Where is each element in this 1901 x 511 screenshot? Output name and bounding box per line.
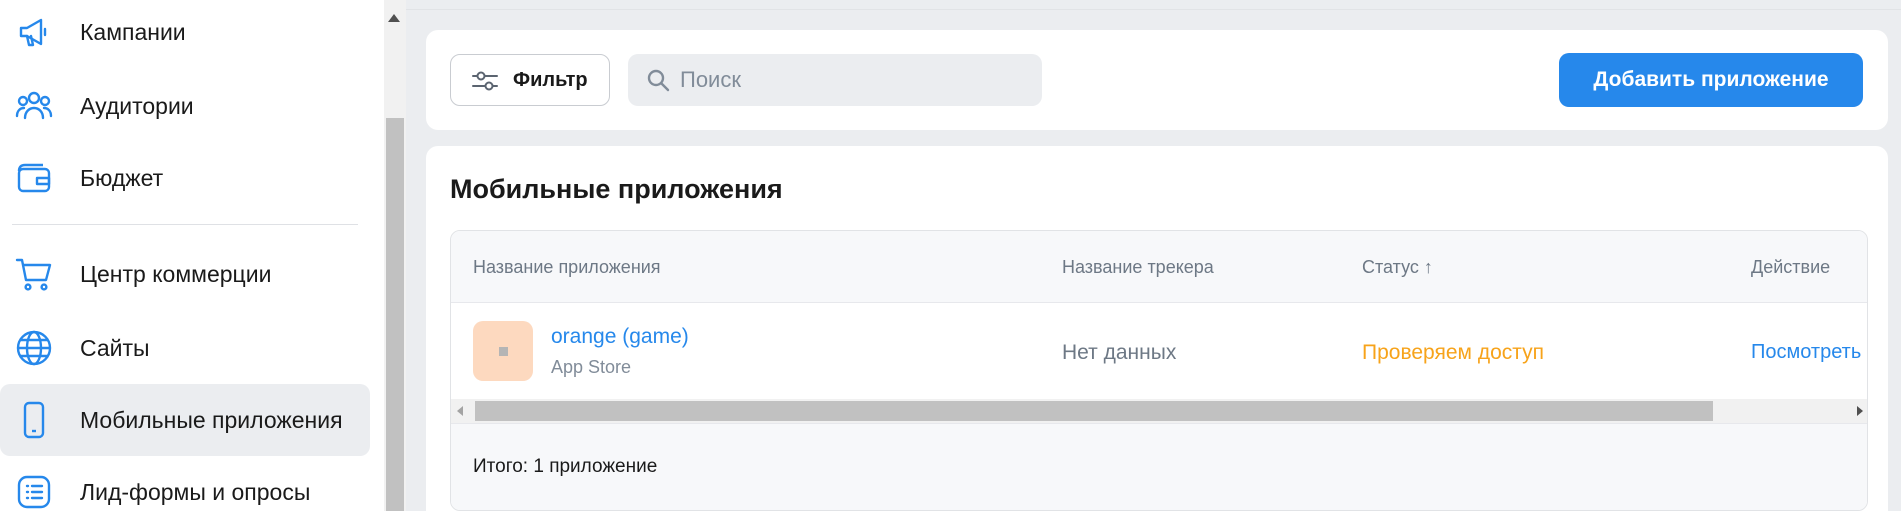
page-title: Мобильные приложения: [450, 174, 783, 204]
view-link[interactable]: Посмотреть: [1751, 341, 1861, 364]
sidebar-item-label: Аудитории: [80, 92, 194, 119]
search-input[interactable]: [680, 54, 1030, 106]
table-footer: Итого: 1 приложение: [451, 423, 1867, 510]
scrollbar-thumb[interactable]: [475, 401, 1713, 421]
scroll-right-arrow-icon[interactable]: [1857, 406, 1863, 416]
scrollbar-thumb[interactable]: [386, 118, 404, 511]
search-icon: [646, 68, 670, 92]
column-header-status[interactable]: Статус ↑: [1362, 257, 1433, 278]
phone-icon: [14, 400, 54, 440]
column-header-action: Действие: [1751, 257, 1831, 277]
apps-table: Название приложения Название трекера Ста…: [450, 230, 1868, 511]
search-box[interactable]: [628, 54, 1042, 106]
table-row: orange (game) App Store Нет данных Прове…: [451, 303, 1867, 399]
horizontal-scrollbar[interactable]: [451, 399, 1867, 423]
sidebar-item-label: Лид-формы и опросы: [80, 478, 311, 505]
table-header: Название приложения Название трекера Ста…: [451, 231, 1867, 303]
status-text: Проверяем доступ: [1362, 341, 1544, 364]
app-thumbnail: [473, 321, 533, 381]
users-icon: [14, 86, 54, 126]
sidebar-item-label: Сайты: [80, 334, 150, 361]
globe-icon: [14, 328, 54, 368]
column-header-tracker[interactable]: Название трекера: [1062, 257, 1214, 278]
column-header-app-name[interactable]: Название приложения: [473, 257, 661, 278]
sidebar-item-commerce[interactable]: Центр коммерции: [0, 238, 370, 310]
toolbar: Фильтр Добавить приложение: [426, 30, 1888, 130]
sidebar-scrollbar[interactable]: [384, 0, 406, 511]
megaphone-icon: [14, 12, 54, 52]
sidebar-item-label: Кампании: [80, 18, 186, 45]
top-strip: [406, 0, 1901, 10]
sliders-icon: [471, 69, 499, 93]
tracker-value: Нет данных: [1062, 341, 1177, 364]
sidebar: Кампании Аудитории Бюджет Центр коммерци…: [0, 0, 384, 511]
scroll-left-arrow-icon[interactable]: [457, 406, 463, 416]
sidebar-item-audiences[interactable]: Аудитории: [0, 70, 370, 142]
add-app-button[interactable]: Добавить приложение: [1559, 53, 1863, 107]
sidebar-item-label: Мобильные приложения: [80, 406, 343, 433]
sidebar-item-label: Бюджет: [80, 164, 164, 191]
sidebar-item-label: Центр коммерции: [80, 260, 272, 287]
filter-button[interactable]: Фильтр: [450, 54, 610, 106]
list-icon: [14, 472, 54, 511]
main-card: Мобильные приложения Название приложения…: [426, 146, 1888, 511]
app-store-label: App Store: [551, 357, 632, 377]
placeholder-image-icon: [499, 347, 508, 356]
total-count: Итого: 1 приложение: [473, 456, 658, 477]
sidebar-item-budget[interactable]: Бюджет: [0, 142, 370, 214]
app-name-link[interactable]: orange (game): [551, 325, 689, 349]
sidebar-divider: [12, 224, 358, 225]
sidebar-item-mobile-apps[interactable]: Мобильные приложения: [0, 384, 370, 456]
scroll-up-arrow-icon[interactable]: [388, 14, 400, 22]
cart-icon: [14, 254, 54, 294]
sidebar-item-lead-forms[interactable]: Лид-формы и опросы: [0, 456, 370, 511]
wallet-icon: [14, 158, 54, 198]
sidebar-item-campaigns[interactable]: Кампании: [0, 0, 370, 68]
sidebar-item-sites[interactable]: Сайты: [0, 312, 370, 384]
filter-label: Фильтр: [513, 68, 588, 91]
